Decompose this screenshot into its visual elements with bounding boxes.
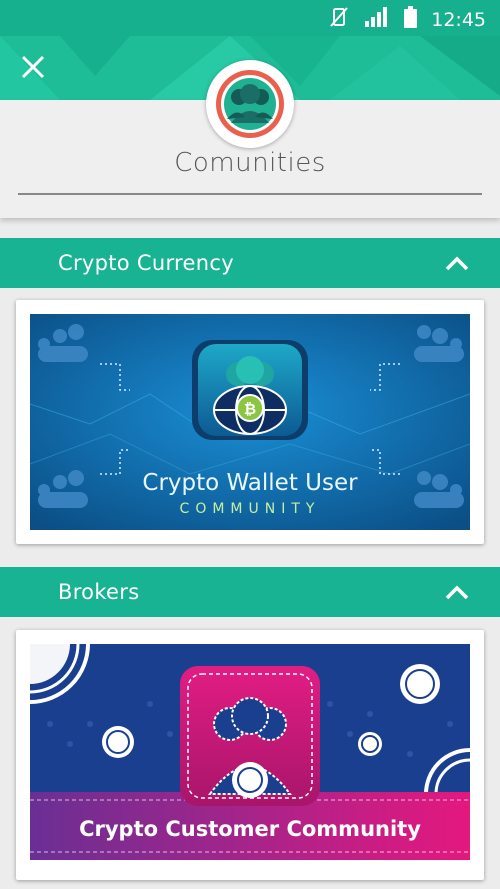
close-icon	[21, 55, 45, 79]
community-avatar-icon	[216, 70, 284, 138]
vibrate-off-icon	[328, 6, 350, 33]
banner-title-line1: Crypto Wallet User	[142, 470, 358, 496]
banner-title: Crypto Customer Community	[79, 817, 421, 841]
section-header-crypto-currency[interactable]: Crypto Currency	[0, 238, 500, 288]
banner-title-line2: COMMUNITY	[180, 501, 321, 517]
community-card-crypto-wallet[interactable]: ₿ Crypto Wallet User COMMUNITY	[16, 300, 484, 544]
section-header-brokers[interactable]: Brokers	[0, 567, 500, 617]
battery-icon	[404, 6, 418, 33]
close-button[interactable]	[18, 52, 48, 82]
title-divider	[18, 193, 482, 195]
chevron-up-icon[interactable]	[444, 583, 470, 601]
crypto-wallet-banner[interactable]: ₿ Crypto Wallet User COMMUNITY	[30, 314, 470, 530]
community-card-crypto-customer[interactable]: Crypto Customer Community	[16, 630, 484, 880]
svg-text:₿: ₿	[244, 400, 256, 418]
crypto-customer-banner[interactable]: Crypto Customer Community	[30, 644, 470, 860]
status-bar: 12:45	[0, 0, 500, 36]
community-avatar	[206, 60, 294, 148]
section-label: Brokers	[58, 580, 140, 604]
signal-icon	[364, 7, 390, 32]
status-time: 12:45	[431, 8, 486, 31]
chevron-up-icon[interactable]	[444, 254, 470, 272]
section-label: Crypto Currency	[58, 251, 234, 275]
page-title: Comunities	[174, 148, 326, 178]
